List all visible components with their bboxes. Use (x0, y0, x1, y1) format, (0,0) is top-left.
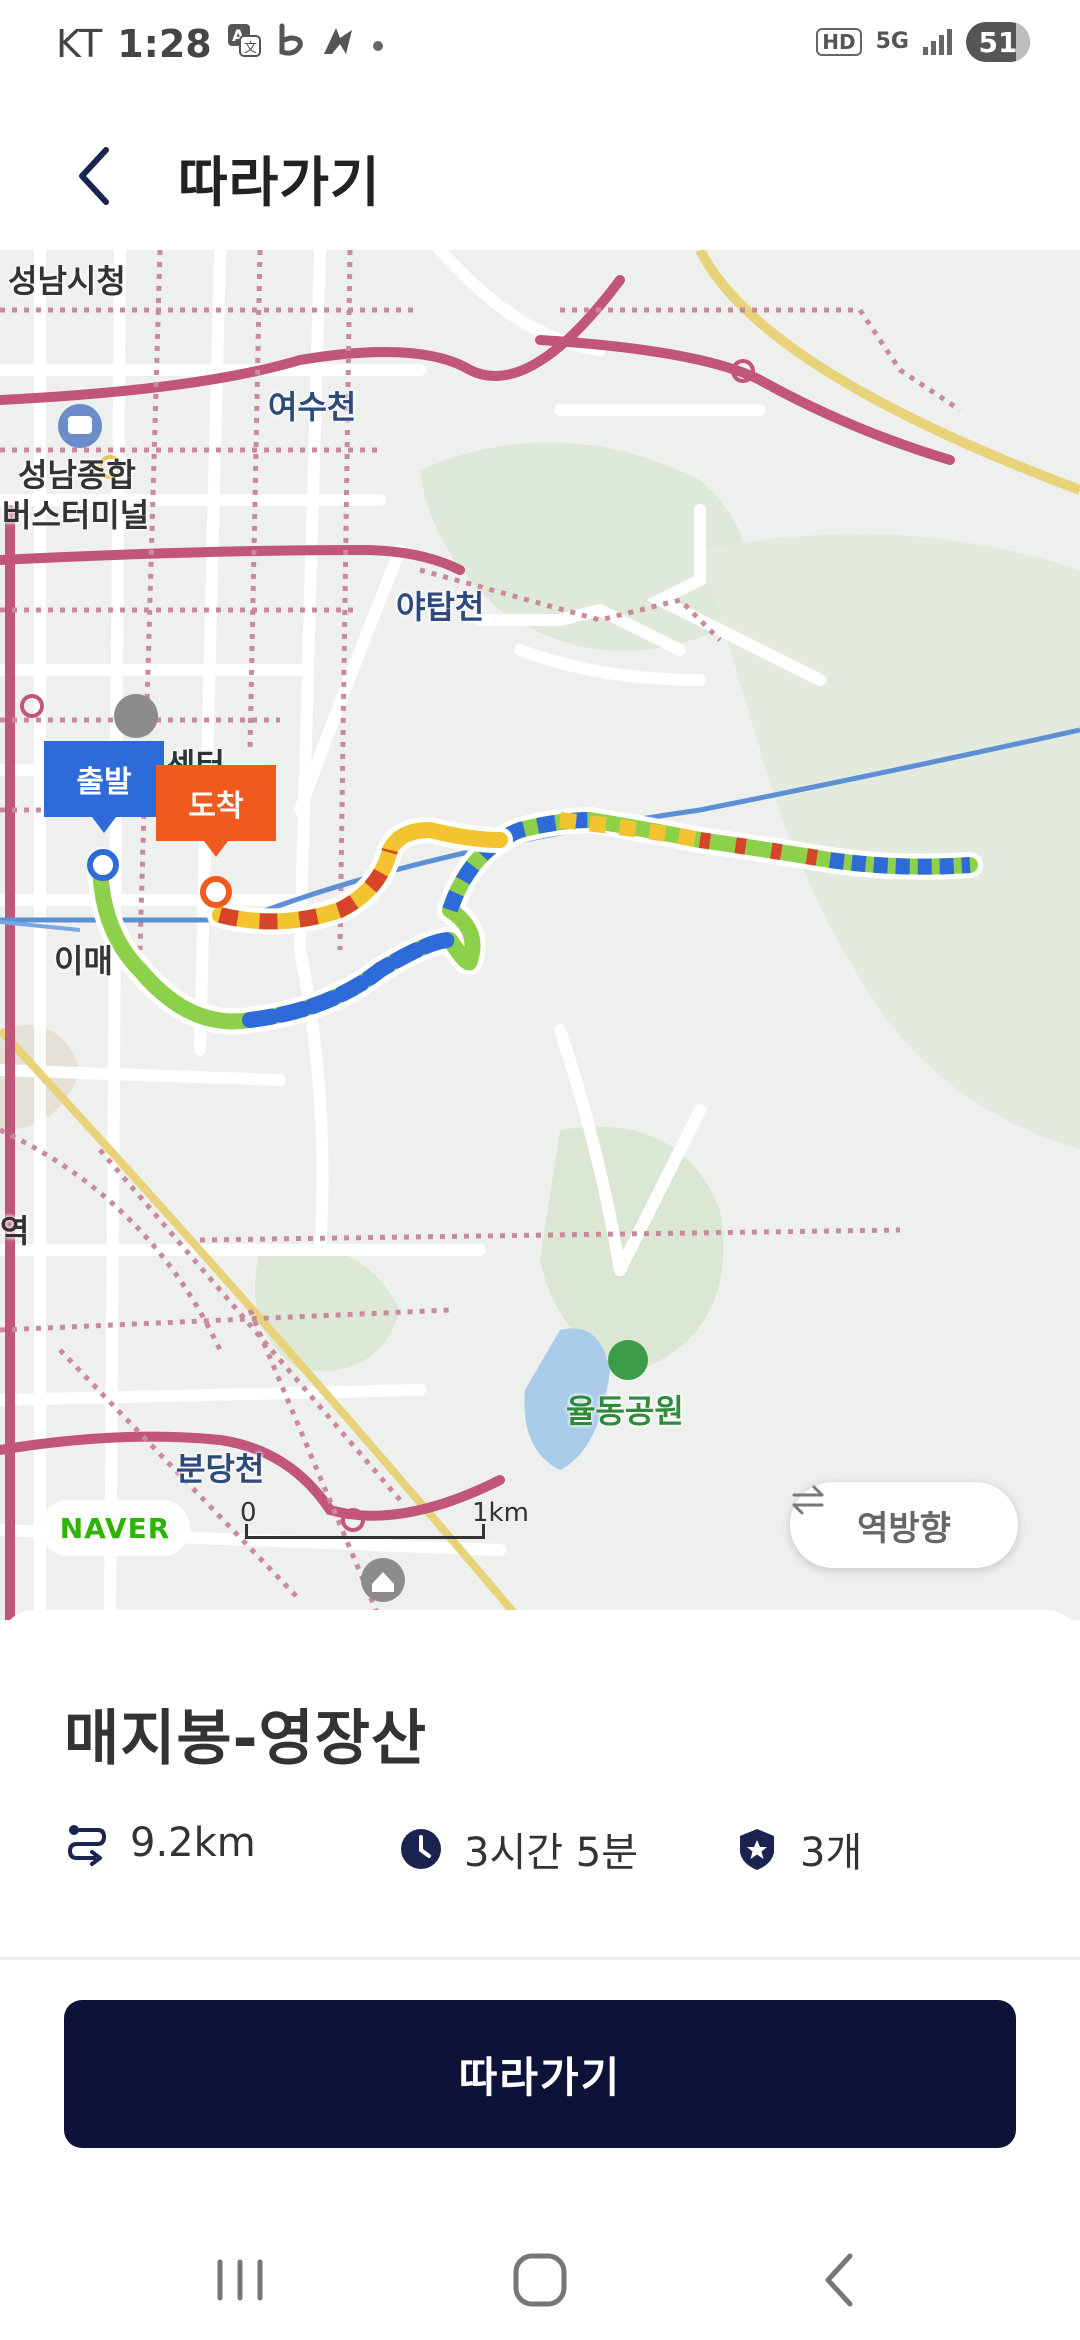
naver-logo: NAVER (40, 1500, 190, 1556)
page-title: 따라가기 (178, 151, 381, 214)
recents-button[interactable] (200, 2240, 280, 2320)
dot-icon (370, 27, 386, 62)
duration-stat: 3시간 5분 (398, 1820, 638, 1878)
battery-icon: 51 (966, 22, 1030, 62)
status-bar: KT 1:28 A文 HD 5G 51 (0, 0, 1080, 100)
start-pin: 출발 (44, 741, 164, 817)
back-icon (825, 2253, 853, 2307)
trail-stats: 9.2km 3시간 5분 3개 (64, 1820, 1024, 1880)
reverse-direction-button[interactable]: 역방향 (790, 1482, 1018, 1568)
battery-level: 51 (978, 25, 1018, 59)
certification-count: 3개 (800, 1830, 863, 1876)
follow-button[interactable]: 따라가기 (64, 2000, 1016, 2148)
home-button[interactable] (500, 2240, 580, 2320)
carrier-label: KT (56, 22, 104, 66)
map-label-yatapcheon: 야탑천 (396, 588, 485, 626)
scale-tick-end (482, 1524, 485, 1538)
certification-stat: 3개 (734, 1820, 862, 1878)
app-header: 따라가기 (0, 110, 1080, 240)
hd-voice-badge: HD (816, 28, 862, 56)
end-pin-tail (204, 841, 228, 857)
route-icon (67, 1825, 107, 1866)
scale-tick-start (245, 1524, 248, 1538)
b-app-icon (276, 22, 306, 66)
clock-icon (401, 1829, 441, 1869)
badge-star-icon (740, 1829, 774, 1870)
network-type: 5G (875, 29, 909, 54)
back-button[interactable] (60, 136, 140, 216)
trail-name: 매지봉-영장산 (64, 1704, 428, 1774)
map-label-yeosucheon: 여수천 (268, 388, 357, 426)
map-label-yuldong-park: 율동공원 (566, 1392, 684, 1430)
map-label-imae: 이매 (54, 942, 113, 980)
swap-arrows-icon (792, 1485, 824, 1515)
scale-end-label: 1km (472, 1498, 529, 1528)
map-label-cityhall: 성남시청 (8, 262, 126, 300)
svg-text:文: 文 (244, 41, 257, 56)
system-nav-bar (0, 2220, 1080, 2340)
distance-value: 9.2km (130, 1820, 256, 1866)
scale-start-label: 0 (240, 1498, 257, 1528)
distance-stat: 9.2km (64, 1820, 256, 1866)
chevron-left-icon (79, 147, 109, 205)
system-back-button[interactable] (800, 2240, 880, 2320)
start-pin-tail (92, 817, 116, 833)
map-scale: 0 1km (240, 1498, 529, 1548)
duration-value: 3시간 5분 (464, 1830, 639, 1876)
recents-icon (217, 2259, 263, 2301)
flag-app-icon (320, 22, 356, 66)
map-canvas (0, 250, 1080, 1620)
clock-time: 1:28 (117, 22, 212, 66)
map-label-station: 역 (0, 1212, 30, 1250)
map-label-bundangcheon: 분당천 (176, 1450, 265, 1488)
route-map[interactable]: 성남시청 성남종합 버스터미널 여수천 야탑천 센터 이매 역 율동공원 분당천… (0, 250, 1080, 1620)
signal-icon (923, 29, 952, 55)
divider (0, 1957, 1080, 1960)
end-pin: 도착 (156, 765, 276, 841)
home-icon (513, 2253, 567, 2307)
reverse-direction-label: 역방향 (857, 1508, 951, 1549)
map-label-terminal-2: 버스터미널 (2, 496, 150, 534)
translate-icon: A文 (226, 22, 262, 66)
scale-bar (245, 1536, 485, 1539)
